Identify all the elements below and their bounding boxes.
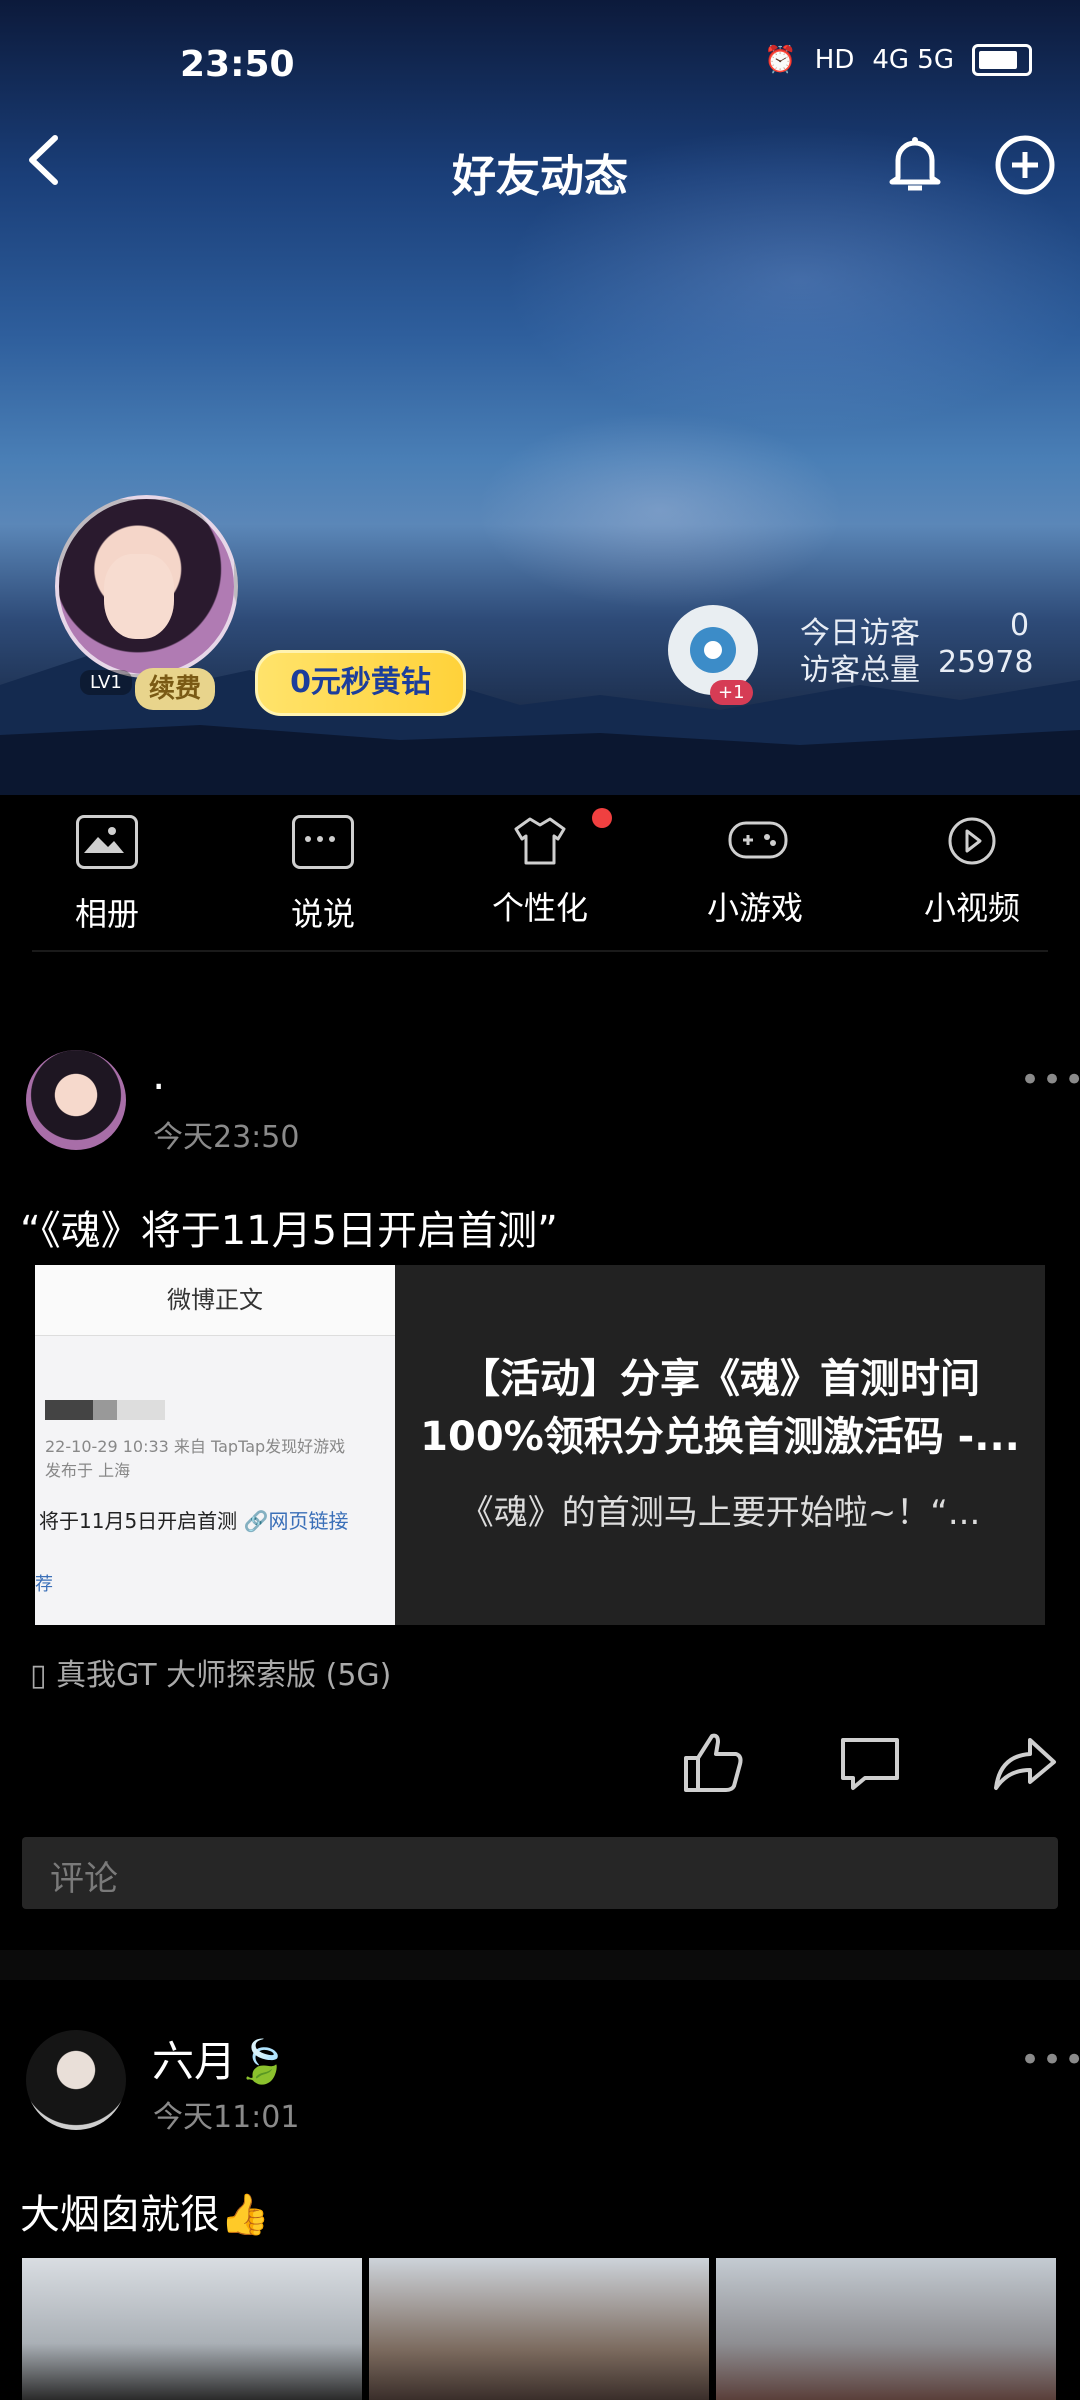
post-author[interactable]: 六月🍃 (152, 2028, 288, 2089)
signal-icon: 4G 5G (872, 45, 954, 75)
shirt-icon (512, 815, 568, 865)
feature-shortvideo[interactable]: 小视频 (907, 815, 1037, 929)
user-avatar[interactable] (55, 495, 238, 678)
divider (32, 950, 1048, 952)
feature-label: 说说 (290, 895, 355, 933)
level-badge: LV1 (80, 670, 132, 695)
total-visitors-label: 访客总量 (800, 653, 920, 688)
chat-icon (292, 815, 354, 869)
link-card-desc: 《魂》的首测马上要开始啦~！“... (459, 1493, 981, 1533)
feature-label: 个性化 (491, 889, 588, 927)
bell-icon[interactable] (880, 130, 950, 200)
thumb-line: 将于11月5日开启首测 🔗网页链接 (39, 1509, 349, 1533)
add-icon[interactable] (990, 130, 1060, 200)
status-icons: ⏰ HD 4G 5G (764, 44, 1032, 76)
post-photo[interactable] (22, 2258, 362, 2400)
more-icon[interactable]: ••• (1020, 2040, 1080, 2080)
device-label: ▯ 真我GT 大师探索版 (5G) (30, 1658, 392, 1693)
share-icon[interactable] (990, 1728, 1060, 1798)
thumb-redacted (45, 1400, 165, 1420)
link-card-title: 【活动】分享《魂》首测时间100%领积分兑换首测激活码 -... (420, 1356, 1020, 1460)
renew-button[interactable]: 续费 (135, 668, 216, 710)
feature-label: 相册 (74, 895, 139, 933)
comment-icon[interactable] (835, 1728, 905, 1798)
alarm-icon: ⏰ (764, 45, 797, 75)
post-time: 今天23:50 (153, 1120, 300, 1155)
post-avatar[interactable] (26, 2030, 126, 2130)
post-separator (0, 1950, 1080, 1980)
feature-album[interactable]: 相册 (42, 815, 172, 935)
battery-icon (972, 44, 1032, 76)
post-photo[interactable] (716, 2258, 1056, 2400)
visitor-new-badge: +1 (710, 680, 753, 705)
status-time: 23:50 (180, 44, 295, 85)
post-time: 今天11:01 (153, 2100, 300, 2135)
thumb-title: 微博正文 (35, 1265, 395, 1336)
post-photo[interactable] (369, 2258, 709, 2400)
link-card[interactable]: 微博正文 22-10-29 10:33 来自 TapTap发现好游戏 发布于 上… (35, 1265, 1045, 1625)
play-icon (944, 815, 1000, 865)
post-text: “《魂》将于11月5日开启首测” (20, 1208, 558, 1254)
yellow-diamond-promo[interactable]: 0元秒黄钻 (255, 650, 466, 716)
today-visitors-value: 0 (1010, 608, 1030, 643)
hd-icon: HD (814, 45, 855, 75)
feature-personalize[interactable]: 个性化 (475, 815, 605, 929)
post-author[interactable]: . (152, 1050, 165, 1099)
total-visitors-value: 25978 (938, 645, 1034, 680)
post-avatar[interactable] (26, 1050, 126, 1150)
thumb-meta: 发布于 上海 (45, 1461, 131, 1480)
notification-dot (592, 808, 612, 828)
feature-label: 小视频 (923, 889, 1020, 927)
more-icon[interactable]: ••• (1020, 1060, 1080, 1100)
photo-icon (76, 815, 138, 869)
gamepad-icon (727, 815, 788, 863)
post-text: 大烟囱就很👍 (20, 2192, 270, 2238)
feature-minigames[interactable]: 小游戏 (690, 815, 820, 929)
feature-moments[interactable]: 说说 (258, 815, 388, 935)
thumb-more: 荐 (35, 1574, 53, 1595)
feature-label: 小游戏 (706, 889, 803, 927)
link-card-thumbnail: 微博正文 22-10-29 10:33 来自 TapTap发现好游戏 发布于 上… (35, 1265, 395, 1625)
thumb-meta: 22-10-29 10:33 来自 TapTap发现好游戏 (45, 1437, 346, 1456)
comment-input[interactable]: 评论 (22, 1837, 1058, 1909)
phone-icon: ▯ (30, 1658, 47, 1693)
like-icon[interactable] (678, 1728, 748, 1798)
